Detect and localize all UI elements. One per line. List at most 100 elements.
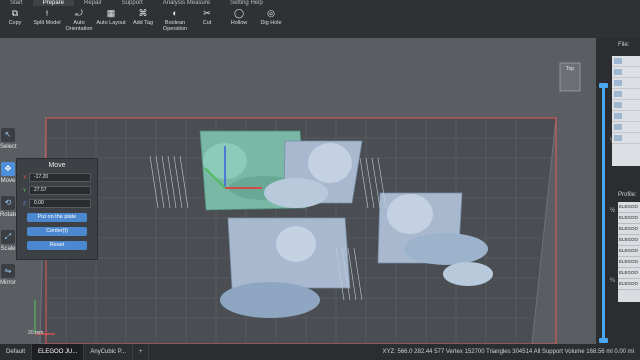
layer-slider[interactable] <box>602 86 605 341</box>
hollow-label: Hollow <box>230 20 248 26</box>
bottom-tab-default[interactable]: Default <box>0 344 33 360</box>
boolean-icon: ◐ <box>172 8 178 18</box>
list-item[interactable] <box>612 78 640 89</box>
cut-button[interactable]: ✂ Cut <box>192 8 222 38</box>
reset-button[interactable]: Reset <box>27 241 87 250</box>
left-tool-strip: ↖ Select ✥ Move ⟲ Rotate ⤢ Scale ⇋ Mirror <box>0 128 18 286</box>
slider-bottom-handle[interactable] <box>599 338 608 343</box>
tag-icon: ⌘ <box>138 8 148 18</box>
mirror-tool[interactable]: ⇋ Mirror <box>0 264 16 298</box>
list-item[interactable]: ELEGOO <box>618 235 640 246</box>
status-text: XYZ: 566.0 282.44 577 Vertex 152700 Tria… <box>382 349 634 355</box>
hollow-icon: ◯ <box>234 8 245 18</box>
toolbar-tools: ⧉ Copy ⟊ Split Model ⤾ Auto Orientation ▦ Au… <box>0 8 288 38</box>
orientation-icon: ⤾ <box>75 8 83 18</box>
select-icon: ↖ <box>1 128 15 142</box>
tab-support[interactable]: Support <box>112 0 153 6</box>
boolean-operation-label: Boolean Operation <box>162 20 188 32</box>
model-thumbnail <box>614 102 622 108</box>
split-model-label: Split Model <box>33 20 61 26</box>
list-item[interactable] <box>612 100 640 111</box>
copy-label: Copy <box>8 20 22 26</box>
add-tab-button[interactable]: + <box>133 344 150 360</box>
dig-hole-label: Dig Hole <box>260 20 282 26</box>
menu-tabs: Start Prepare Repair Support Analysis Me… <box>0 0 640 6</box>
slider-mark: ¼ <box>610 278 616 284</box>
select-label: Select <box>0 144 17 150</box>
slider-mark: ¼ <box>610 138 616 144</box>
list-item[interactable] <box>612 111 640 122</box>
model-thumbnail <box>614 135 622 141</box>
boolean-operation-button[interactable]: ◐ Boolean Operation <box>160 8 190 38</box>
list-item[interactable] <box>612 56 640 67</box>
bottom-tab-elegoo[interactable]: ELEGOO JU... <box>32 344 85 360</box>
move-x-field[interactable]: -17.20 <box>29 173 91 182</box>
split-model-button[interactable]: ⟊ Split Model <box>32 8 62 38</box>
dig-hole-icon: ◎ <box>267 8 275 18</box>
center-button[interactable]: Center(t) <box>27 227 87 236</box>
tab-analysis-measure[interactable]: Analysis Measure <box>153 0 220 6</box>
select-tool[interactable]: ↖ Select <box>0 128 17 162</box>
list-item[interactable]: ELEGOO <box>618 257 640 268</box>
file-label: File: <box>618 42 630 48</box>
rotate-tool[interactable]: ⟲ Rotate <box>0 196 18 230</box>
move-label: Move <box>0 178 16 184</box>
move-y-field[interactable]: 27.57 <box>29 186 91 195</box>
list-item[interactable] <box>612 122 640 133</box>
profile-list[interactable]: ELEGOO ELEGOO ELEGOO ELEGOO ELEGOO ELEGO… <box>618 202 640 302</box>
rotate-icon: ⟲ <box>1 196 15 210</box>
model-thumbnail <box>614 69 622 75</box>
dig-hole-button[interactable]: ◎ Dig Hole <box>256 8 286 38</box>
tab-setting-help[interactable]: Setting Help <box>220 0 273 6</box>
list-item[interactable] <box>612 133 640 144</box>
auto-layout-button[interactable]: ▦ Auto Layout <box>96 8 126 38</box>
add-tag-button[interactable]: ⌘ Add Tag <box>128 8 158 38</box>
mirror-label: Mirror <box>0 280 16 286</box>
move-icon: ✥ <box>1 162 15 176</box>
bottom-tab-anycubic[interactable]: AnyCubic P... <box>84 344 133 360</box>
hollow-button[interactable]: ◯ Hollow <box>224 8 254 38</box>
scale-icon: ⤢ <box>1 230 15 244</box>
list-item[interactable] <box>612 89 640 100</box>
auto-orientation-button[interactable]: ⤾ Auto Orientation <box>64 8 94 38</box>
list-item[interactable]: ELEGOO <box>618 279 640 290</box>
top-toolbar: Start Prepare Repair Support Analysis Me… <box>0 0 640 38</box>
add-tag-label: Add Tag <box>132 20 154 26</box>
slider-mark: ½ <box>610 208 616 214</box>
auto-orientation-label: Auto Orientation <box>65 20 93 32</box>
list-item[interactable]: ELEGOO <box>618 246 640 257</box>
model-thumbnail <box>614 58 622 64</box>
layout-icon: ▦ <box>106 8 116 18</box>
move-z-field[interactable]: 0.00 <box>29 199 91 208</box>
list-item[interactable]: ELEGOO <box>618 224 640 235</box>
list-item[interactable] <box>612 67 640 78</box>
view-cube-label: Top <box>565 66 575 72</box>
tab-prepare[interactable]: Prepare <box>32 0 75 6</box>
rotate-label: Rotate <box>0 212 18 218</box>
copy-icon: ⧉ <box>11 8 19 18</box>
list-item[interactable]: ELEGOO <box>618 213 640 224</box>
cut-label: Cut <box>202 20 212 26</box>
list-item[interactable]: ELEGOO <box>618 202 640 213</box>
split-icon: ⟊ <box>45 8 49 18</box>
profile-label: Profile: <box>618 192 637 198</box>
scale-tool[interactable]: ⤢ Scale <box>0 230 16 264</box>
tab-start[interactable]: Start <box>0 0 33 6</box>
copy-button[interactable]: ⧉ Copy <box>0 8 30 38</box>
scale-label: 20 mm <box>28 330 44 336</box>
move-panel-title: Move <box>48 162 66 169</box>
file-list[interactable] <box>612 56 640 166</box>
model-thumbnail <box>614 80 622 86</box>
model-thumbnail <box>614 113 622 119</box>
slider-top-handle[interactable] <box>599 83 608 88</box>
model-thumbnail <box>614 124 622 130</box>
cut-icon: ✂ <box>203 8 211 18</box>
mirror-icon: ⇋ <box>1 264 15 278</box>
put-on-plate-button[interactable]: Put on the plate <box>27 213 87 222</box>
auto-layout-label: Auto Layout <box>96 20 126 26</box>
tab-repair[interactable]: Repair <box>74 0 112 6</box>
scale-label-tool: Scale <box>0 246 16 252</box>
list-item[interactable]: ELEGOO <box>618 268 640 279</box>
model-thumbnail <box>614 91 622 97</box>
move-tool[interactable]: ✥ Move <box>0 162 16 196</box>
